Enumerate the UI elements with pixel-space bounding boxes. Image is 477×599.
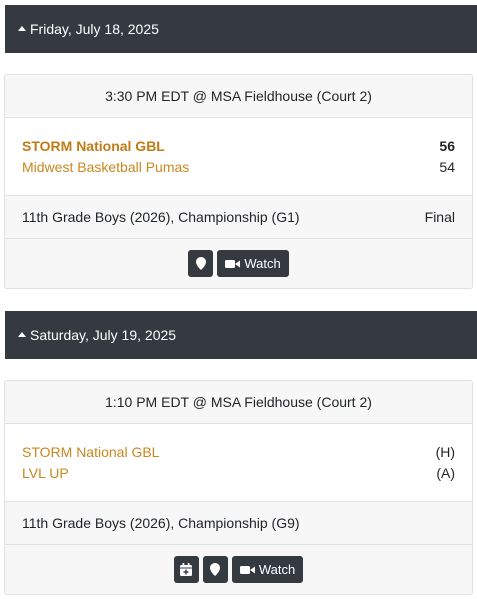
game-info: 11th Grade Boys (2026), Championship (G1…	[5, 196, 472, 239]
location-button[interactable]	[188, 250, 214, 277]
add-to-calendar-button[interactable]	[173, 556, 199, 583]
day-date: Saturday, July 19, 2025	[30, 327, 177, 343]
team-score: 56	[439, 138, 455, 154]
division-text: 11th Grade Boys (2026), Championship (G1…	[22, 209, 300, 225]
day-date: Friday, July 18, 2025	[30, 21, 159, 37]
team-home-away: (A)	[436, 465, 455, 481]
caret-up-icon	[18, 26, 26, 31]
team-link[interactable]: LVL UP	[22, 465, 69, 481]
time-location-text: 3:30 PM EDT @ MSA Fieldhouse (Court 2)	[105, 88, 372, 104]
day-header-1[interactable]: Friday, July 18, 2025	[5, 5, 477, 53]
video-camera-icon	[239, 565, 255, 575]
team-score: 54	[439, 159, 455, 175]
game-card-1: 3:30 PM EDT @ MSA Fieldhouse (Court 2) S…	[4, 74, 473, 289]
map-marker-icon	[210, 563, 221, 576]
video-camera-icon	[225, 259, 241, 269]
watch-button[interactable]: Watch	[217, 250, 289, 277]
team-row: Midwest Basketball Pumas 54	[22, 159, 455, 175]
caret-up-icon	[18, 332, 26, 337]
day-header-2[interactable]: Saturday, July 19, 2025	[5, 311, 477, 359]
game-card-2: 1:10 PM EDT @ MSA Fieldhouse (Court 2) S…	[4, 380, 473, 595]
calendar-plus-icon	[180, 563, 193, 576]
team-row: STORM National GBL (H)	[22, 444, 455, 460]
game-time-location: 1:10 PM EDT @ MSA Fieldhouse (Court 2)	[5, 381, 472, 424]
team-link[interactable]: STORM National GBL	[22, 138, 165, 154]
game-teams: STORM National GBL (H) LVL UP (A)	[5, 424, 472, 502]
team-row: LVL UP (A)	[22, 465, 455, 481]
game-status: Final	[424, 209, 455, 225]
game-info: 11th Grade Boys (2026), Championship (G9…	[5, 502, 472, 545]
game-time-location: 3:30 PM EDT @ MSA Fieldhouse (Court 2)	[5, 75, 472, 118]
division-text: 11th Grade Boys (2026), Championship (G9…	[22, 515, 300, 531]
game-actions: Watch	[5, 545, 472, 594]
watch-label: Watch	[258, 562, 296, 577]
game-actions: Watch	[5, 239, 472, 288]
team-row: STORM National GBL 56	[22, 138, 455, 154]
watch-button[interactable]: Watch	[231, 556, 304, 583]
team-link[interactable]: Midwest Basketball Pumas	[22, 159, 189, 175]
game-teams: STORM National GBL 56 Midwest Basketball…	[5, 118, 472, 196]
location-button[interactable]	[202, 556, 228, 583]
watch-label: Watch	[244, 256, 281, 271]
team-home-away: (H)	[435, 444, 455, 460]
team-link[interactable]: STORM National GBL	[22, 444, 159, 460]
time-location-text: 1:10 PM EDT @ MSA Fieldhouse (Court 2)	[105, 394, 372, 410]
map-marker-icon	[195, 257, 206, 270]
